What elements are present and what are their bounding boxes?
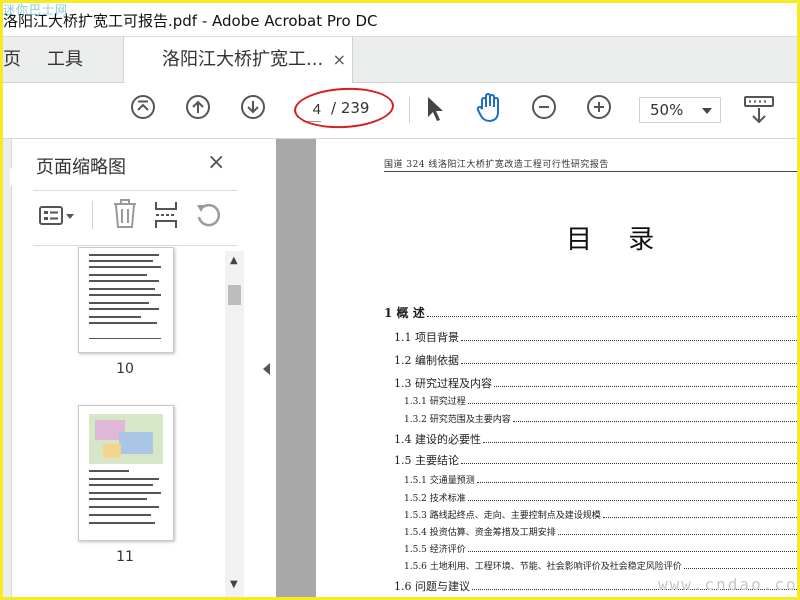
page-thumbnail-11[interactable] — [78, 405, 174, 541]
divider — [33, 190, 237, 191]
scroll-thumb[interactable] — [228, 285, 241, 305]
zoom-in-icon[interactable] — [587, 95, 611, 119]
delete-icon[interactable] — [112, 199, 138, 229]
thumbnail-page-label: 11 — [116, 549, 134, 565]
title-bar: 洛阳江大桥扩宽工可报告.pdf - Adobe Acrobat Pro DC 迷… — [3, 3, 797, 37]
toc-leader-dots — [557, 534, 797, 535]
toc-leader-dots — [426, 316, 797, 317]
toc-leader-dots — [467, 403, 797, 404]
thumbnail-scrollbar[interactable]: ▲ ▼ — [225, 251, 244, 597]
watermark-logo: 迷你巴士网 — [3, 3, 69, 17]
toc-entry[interactable]: 1 概 述 — [384, 304, 425, 321]
divider — [33, 245, 237, 246]
toc-entry[interactable]: 1.2 编制依据 — [394, 352, 459, 368]
page-thumbnail-10[interactable] — [78, 247, 174, 353]
select-cursor-icon[interactable] — [425, 95, 449, 123]
rotate-icon[interactable] — [193, 201, 223, 229]
scroll-mode-icon[interactable] — [743, 95, 775, 125]
red-annotation-ellipse — [293, 85, 395, 131]
page-thumbnails-panel: 页面缩略图 × 10 11 ▲ ▼ — [3, 139, 261, 597]
zoom-value: 50% — [650, 101, 684, 119]
tab-tools[interactable]: 工具 — [47, 37, 83, 82]
panel-pointer — [10, 167, 18, 187]
toc-entry[interactable]: 1.5 主要结论 — [394, 452, 459, 468]
scroll-down-icon[interactable]: ▼ — [230, 579, 238, 590]
toc-leader-dots — [461, 463, 797, 464]
toc-entry[interactable]: 1.5.6 土地利用、工程环境、节能、社会影响评价及社会稳定风险评价 — [404, 559, 682, 572]
split-icon[interactable] — [153, 200, 179, 230]
toolbar: / 239 50% — [3, 83, 797, 139]
close-panel-button[interactable]: × — [207, 150, 225, 175]
toc-leader-dots — [461, 340, 797, 341]
page-header: 国道 324 线洛阳江大桥扩宽改造工程可行性研究报告 — [384, 160, 609, 170]
toc-entry[interactable]: 1.4 建设的必要性 — [394, 431, 481, 447]
toc-leader-dots — [467, 551, 797, 552]
toc-leader-dots — [467, 500, 797, 501]
toc-entry[interactable]: 1.5.4 投资估算、资金筹措及工期安排 — [404, 525, 556, 538]
toc-leader-dots — [483, 442, 797, 443]
toc-entry[interactable]: 1.3 研究过程及内容 — [394, 375, 492, 391]
toc-leader-dots — [494, 386, 797, 387]
header-rule — [384, 171, 797, 172]
tab-bar: 页 工具 洛阳江大桥扩宽工... × — [3, 37, 797, 83]
chevron-left-icon — [263, 363, 270, 375]
toc-leader-dots — [512, 421, 797, 422]
panel-toolbar — [33, 197, 243, 237]
scroll-up-icon[interactable]: ▲ — [230, 255, 238, 266]
zoom-out-icon[interactable] — [532, 95, 556, 119]
close-tab-button[interactable]: × — [333, 37, 346, 82]
toc-entry[interactable]: 1.6 问题与建议 — [394, 578, 470, 594]
toc-leader-dots — [476, 482, 797, 483]
thumbnail-page-label: 10 — [116, 361, 134, 377]
toc-entry[interactable]: 1.5.2 技术标准 — [404, 491, 466, 504]
toolbar-divider — [409, 97, 410, 123]
watermark-text: www.cndao.com — [658, 575, 800, 594]
pdf-page: 国道 324 线洛阳江大桥扩宽改造工程可行性研究报告 目 录 1 概 述 1.1 … — [316, 139, 797, 597]
toolbar-divider — [92, 201, 93, 229]
tab-document-label: 洛阳江大桥扩宽工... — [162, 49, 324, 70]
thumbnail-options-icon[interactable] — [39, 205, 75, 227]
toc-entry[interactable]: 1.5.1 交通量预测 — [404, 473, 475, 486]
toc-entry[interactable]: 1.3.1 研究过程 — [404, 394, 466, 407]
first-page-icon[interactable] — [131, 95, 155, 119]
toc-entry[interactable]: 1.3.2 研究范围及主要内容 — [404, 412, 511, 425]
toc-leader-dots — [683, 568, 797, 569]
tab-document[interactable]: 洛阳江大桥扩宽工... × — [123, 37, 353, 83]
toc-leader-dots — [602, 517, 797, 518]
tab-home[interactable]: 页 — [3, 37, 21, 82]
toc-entry[interactable]: 1.1 项目背景 — [394, 329, 459, 345]
collapse-panel-handle[interactable] — [260, 139, 276, 597]
panel-title: 页面缩略图 — [36, 157, 126, 178]
left-nav-strip[interactable] — [3, 139, 12, 597]
toc-leader-dots — [461, 363, 797, 364]
toc-entry[interactable]: 1.5.5 经济评价 — [404, 542, 466, 555]
zoom-select[interactable]: 50% — [639, 97, 721, 123]
document-view[interactable]: 国道 324 线洛阳江大桥扩宽改造工程可行性研究报告 目 录 1 概 述 1.1 … — [276, 139, 797, 597]
hand-tool-icon[interactable] — [475, 92, 505, 124]
thumbnail-list: 10 11 — [33, 247, 223, 597]
toc-entry[interactable]: 1.5.3 路线起终点、走向、主要控制点及建设规模 — [404, 508, 601, 521]
chevron-down-icon — [702, 108, 712, 114]
toc-heading: 目 录 — [566, 225, 669, 255]
next-page-icon[interactable] — [241, 95, 265, 119]
previous-page-icon[interactable] — [186, 95, 210, 119]
app-window: 洛阳江大桥扩宽工可报告.pdf - Adobe Acrobat Pro DC 迷… — [0, 0, 800, 600]
